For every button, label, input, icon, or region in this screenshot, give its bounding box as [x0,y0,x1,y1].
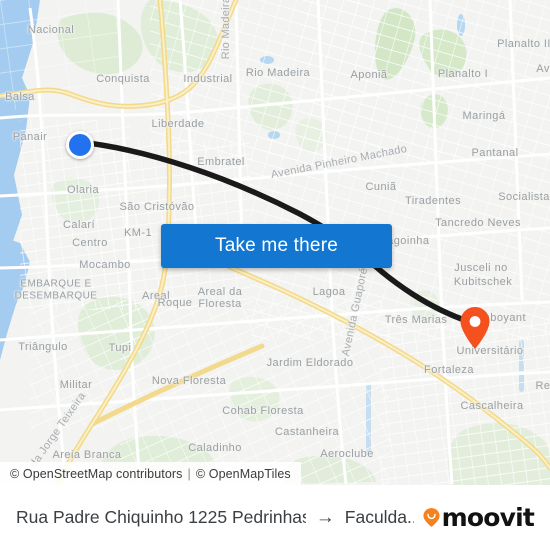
arrow-right-icon: → [315,507,335,528]
origin-address-label: Rua Padre Chiquinho 1225 Pedrinhas P... [16,507,306,527]
trip-summary[interactable]: Rua Padre Chiquinho 1225 Pedrinhas P... … [16,507,414,528]
destination-pin[interactable] [459,306,491,350]
moovit-wordmark: moovit [441,503,535,532]
attribution-openmaptiles[interactable]: © OpenMapTiles [196,467,291,481]
moovit-trip-preview: Nacional Conquista Balsa Panair Industrial Ri… [0,0,550,550]
attribution-separator: | [187,466,191,481]
take-me-there-button[interactable]: Take me there [161,224,392,268]
map-viewport[interactable]: Nacional Conquista Balsa Panair Industrial Ri… [0,0,550,485]
moovit-logo[interactable]: moovit [422,503,535,532]
attribution-osm[interactable]: © OpenStreetMap contributors [10,467,183,481]
origin-dot[interactable] [66,131,94,159]
destination-label: Faculda... [344,507,414,527]
trip-footer: Rua Padre Chiquinho 1225 Pedrinhas P... … [0,485,550,550]
moovit-pin-icon [422,507,441,528]
map-attribution: © OpenStreetMap contributors | © OpenMap… [0,462,301,485]
